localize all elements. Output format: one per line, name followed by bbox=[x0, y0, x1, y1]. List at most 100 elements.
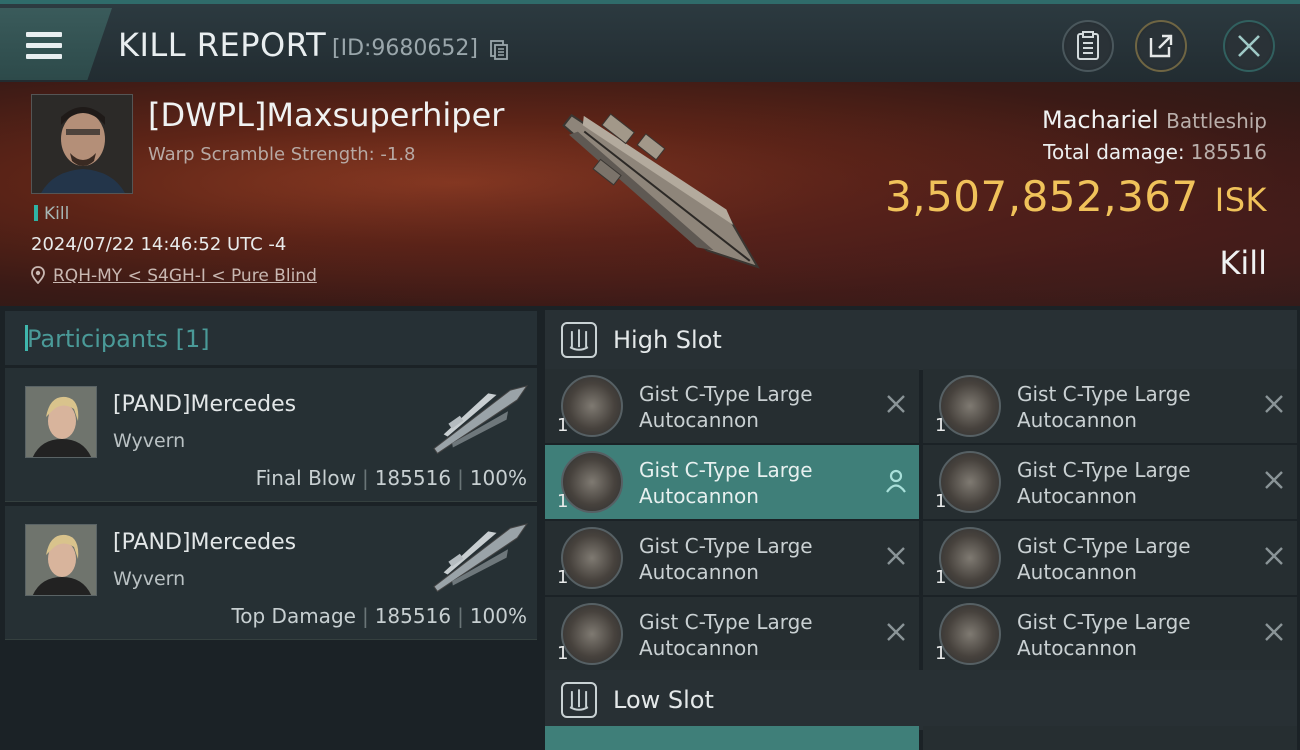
total-damage-label: Total damage: bbox=[1043, 140, 1185, 164]
high-slot-header: High Slot bbox=[545, 310, 1297, 370]
low-slot-module-partial[interactable] bbox=[545, 726, 919, 750]
autocannon-icon bbox=[561, 603, 623, 665]
header-bar: KILL REPORT [ID:9680652] bbox=[0, 0, 1300, 82]
ship-class: Battleship bbox=[1166, 109, 1267, 133]
module-name: Gist C-Type Large Autocannon bbox=[639, 534, 813, 584]
copy-icon[interactable] bbox=[490, 40, 508, 60]
participant-row[interactable]: [PAND]Mercedes Wyvern Final Blow | 185516 |… bbox=[5, 368, 537, 502]
module-quantity: 1 bbox=[935, 415, 947, 436]
module-item[interactable]: 1 Gist C-Type Large Autocannon bbox=[545, 597, 919, 671]
module-name: Gist C-Type Large Autocannon bbox=[639, 382, 813, 432]
autocannon-icon bbox=[561, 527, 623, 589]
module-name: Gist C-Type Large Autocannon bbox=[1017, 610, 1191, 660]
autocannon-icon bbox=[561, 375, 623, 437]
participant-name[interactable]: [PAND]Mercedes bbox=[113, 392, 296, 417]
participant-ship: Wyvern bbox=[113, 430, 186, 452]
module-quantity: 1 bbox=[557, 415, 569, 436]
share-button[interactable] bbox=[1135, 20, 1187, 72]
participant-ship: Wyvern bbox=[113, 568, 186, 590]
destroyed-icon bbox=[1265, 471, 1283, 489]
autocannon-icon bbox=[939, 451, 1001, 513]
report-id: [ID:9680652] bbox=[332, 36, 478, 61]
low-slot-module-partial[interactable] bbox=[923, 726, 1297, 750]
menu-button[interactable] bbox=[0, 8, 112, 80]
kill-location[interactable]: RQH-MY < S4GH-I < Pure Blind bbox=[31, 266, 317, 286]
participant-row[interactable]: [PAND]Mercedes Wyvern Top Damage | 185516 |… bbox=[5, 506, 537, 640]
module-item[interactable]: 1 Gist C-Type Large Autocannon bbox=[545, 369, 919, 443]
module-quantity: 1 bbox=[935, 643, 947, 664]
module-item[interactable]: 1 Gist C-Type Large Autocannon bbox=[923, 597, 1297, 671]
autocannon-icon bbox=[561, 451, 623, 513]
module-name: Gist C-Type Large Autocannon bbox=[1017, 534, 1191, 584]
low-slot-label: Low Slot bbox=[613, 686, 714, 714]
ship-name[interactable]: Machariel bbox=[1042, 106, 1159, 134]
module-name: Gist C-Type Large Autocannon bbox=[639, 458, 813, 508]
destroyed-icon bbox=[887, 547, 905, 565]
clipboard-icon bbox=[1077, 31, 1099, 60]
high-slot-icon bbox=[561, 322, 597, 358]
destroyed-icon bbox=[1265, 547, 1283, 565]
participant-stats: Final Blow | 185516 | 100% bbox=[255, 466, 527, 490]
close-button[interactable] bbox=[1223, 20, 1275, 72]
participant-role: Top Damage bbox=[231, 604, 356, 628]
participant-percent: 100% bbox=[469, 604, 527, 628]
module-item[interactable]: 1 Gist C-Type Large Autocannon bbox=[923, 445, 1297, 519]
participant-ship-image bbox=[433, 385, 529, 455]
module-quantity: 1 bbox=[557, 491, 569, 512]
module-item[interactable]: 1 Gist C-Type Large Autocannon bbox=[545, 521, 919, 595]
victim-banner: [DWPL]Maxsuperhiper Warp Scramble Streng… bbox=[0, 82, 1300, 306]
participant-role: Final Blow bbox=[255, 466, 356, 490]
participant-ship-image bbox=[433, 523, 529, 593]
kill-tag: Kill bbox=[34, 204, 69, 224]
victim-ship-image[interactable] bbox=[530, 92, 790, 302]
isk-amount: 3,507,852,367 bbox=[884, 172, 1199, 221]
autocannon-icon bbox=[939, 375, 1001, 437]
module-quantity: 1 bbox=[935, 567, 947, 588]
location-link[interactable]: RQH-MY < S4GH-I < Pure Blind bbox=[53, 266, 317, 286]
module-name: Gist C-Type Large Autocannon bbox=[1017, 458, 1191, 508]
destroyed-icon bbox=[887, 395, 905, 413]
total-damage-value: 185516 bbox=[1190, 140, 1267, 164]
participants-title: Participants [1] bbox=[27, 325, 210, 353]
location-pin-icon bbox=[31, 266, 45, 284]
module-item-selected[interactable]: 1 Gist C-Type Large Autocannon bbox=[545, 445, 919, 519]
module-item[interactable]: 1 Gist C-Type Large Autocannon bbox=[923, 369, 1297, 443]
kill-result: Kill bbox=[1219, 244, 1267, 282]
victim-name[interactable]: [DWPL]Maxsuperhiper bbox=[148, 96, 504, 134]
isk-value: 3,507,852,367 ISK bbox=[885, 172, 1267, 221]
module-quantity: 1 bbox=[557, 643, 569, 664]
participant-stats: Top Damage | 185516 | 100% bbox=[231, 604, 527, 628]
module-item[interactable]: 1 Gist C-Type Large Autocannon bbox=[923, 521, 1297, 595]
module-quantity: 1 bbox=[935, 491, 947, 512]
module-quantity: 1 bbox=[557, 567, 569, 588]
destroyed-icon bbox=[1265, 623, 1283, 641]
participant-portrait[interactable] bbox=[25, 386, 97, 458]
menu-icon[interactable] bbox=[26, 32, 62, 60]
destroyed-icon bbox=[887, 623, 905, 641]
victim-ship: Machariel Battleship bbox=[1042, 106, 1267, 134]
victim-portrait[interactable] bbox=[31, 94, 133, 194]
participant-name[interactable]: [PAND]Mercedes bbox=[113, 530, 296, 555]
share-icon bbox=[1149, 34, 1173, 58]
isk-unit: ISK bbox=[1214, 181, 1267, 219]
destroyed-icon bbox=[1265, 395, 1283, 413]
participant-damage: 185516 bbox=[374, 604, 452, 628]
person-icon bbox=[886, 469, 906, 493]
close-icon bbox=[1238, 35, 1260, 57]
low-slot-icon bbox=[561, 682, 597, 718]
autocannon-icon bbox=[939, 603, 1001, 665]
participants-header: Participants [1] bbox=[5, 311, 537, 365]
module-name: Gist C-Type Large Autocannon bbox=[639, 610, 813, 660]
warp-scramble-strength: Warp Scramble Strength: -1.8 bbox=[148, 144, 416, 165]
low-slot-header: Low Slot bbox=[545, 670, 1297, 730]
clipboard-button[interactable] bbox=[1062, 20, 1114, 72]
participant-percent: 100% bbox=[469, 466, 527, 490]
kill-tag-label: Kill bbox=[44, 204, 70, 224]
module-name: Gist C-Type Large Autocannon bbox=[1017, 382, 1191, 432]
total-damage: Total damage: 185516 bbox=[1043, 140, 1267, 164]
kill-datetime: 2024/07/22 14:46:52 UTC -4 bbox=[31, 234, 287, 255]
autocannon-icon bbox=[939, 527, 1001, 589]
participant-damage: 185516 bbox=[374, 466, 452, 490]
participant-portrait[interactable] bbox=[25, 524, 97, 596]
page-title: KILL REPORT bbox=[118, 26, 327, 64]
